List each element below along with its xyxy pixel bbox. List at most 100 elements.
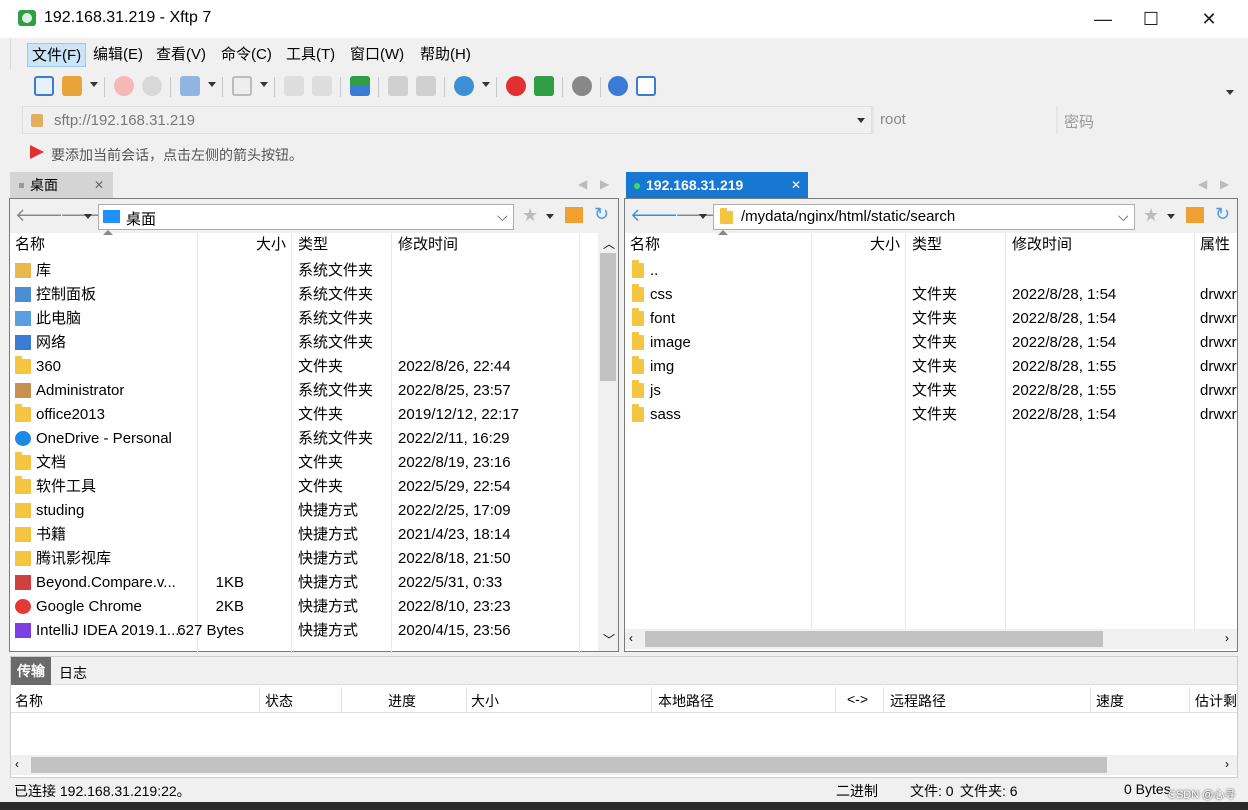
menu-command[interactable]: 命令(C) [217, 43, 276, 67]
remote-path-field[interactable]: /mydata/nginx/html/static/search ⌵ [713, 204, 1135, 230]
host-address-field[interactable]: sftp://192.168.31.219 [22, 106, 872, 134]
table-row[interactable]: Google Chrome 2KB 快捷方式 2022/8/10, 23:23 [10, 595, 578, 619]
scroll-right-icon[interactable]: › [1225, 631, 1229, 645]
transfer-col-progress[interactable]: 进度 [388, 691, 416, 711]
remote-horizontal-scrollbar[interactable]: ‹ › [625, 629, 1237, 649]
toolbar-overflow-icon[interactable] [1226, 90, 1234, 95]
help-icon[interactable] [608, 76, 628, 96]
back-icon[interactable]: 🡐 [15, 205, 63, 226]
arrow-icon[interactable] [30, 145, 44, 159]
column-attributes[interactable]: 属性 [1200, 235, 1230, 255]
xftp-icon[interactable] [534, 76, 554, 96]
column-type[interactable]: 类型 [912, 235, 942, 255]
chevron-down-icon[interactable] [857, 118, 865, 123]
xshell-icon[interactable] [506, 76, 526, 96]
chevron-down-icon[interactable] [208, 82, 216, 87]
column-name[interactable]: 名称 [15, 235, 45, 255]
disconnect-icon[interactable] [142, 76, 162, 96]
transfer-horizontal-scrollbar[interactable]: ‹ › [11, 755, 1237, 775]
table-row[interactable]: Beyond.Compare.v... 1KB 快捷方式 2022/5/31, 0:3… [10, 571, 578, 595]
chevron-down-icon[interactable] [84, 214, 92, 219]
transfer-col-remote-path[interactable]: 远程路径 [890, 691, 946, 711]
transfer-col-eta[interactable]: 估计剩 [1195, 691, 1237, 711]
home-icon[interactable] [1186, 207, 1204, 223]
tab-desktop[interactable]: 桌面 ✕ [10, 172, 113, 198]
chevron-down-icon[interactable] [260, 82, 268, 87]
transfer-mode[interactable]: 二进制 [836, 781, 878, 801]
gear-icon[interactable] [572, 76, 592, 96]
transfer-col-speed[interactable]: 速度 [1096, 691, 1124, 711]
properties-icon[interactable] [180, 76, 200, 96]
tab-transfer[interactable]: 传输 [11, 657, 51, 685]
back-icon[interactable]: 🡐 [630, 205, 678, 226]
globe-icon[interactable] [454, 76, 474, 96]
table-row[interactable]: studing 快捷方式 2022/2/25, 17:09 [10, 499, 578, 523]
scroll-down-icon[interactable]: ﹀ [603, 631, 615, 648]
table-row[interactable]: 文档 文件夹 2022/8/19, 23:16 [10, 451, 578, 475]
table-row[interactable]: OneDrive - Personal 系统文件夹 2022/2/11, 16:29 [10, 427, 578, 451]
chevron-down-icon[interactable]: ⌵ [497, 208, 508, 225]
column-type[interactable]: 类型 [298, 235, 328, 255]
transfer-col-local-path[interactable]: 本地路径 [658, 691, 714, 711]
column-modified[interactable]: 修改时间 [1012, 235, 1072, 255]
chevron-down-icon[interactable] [90, 82, 98, 87]
scroll-left-icon[interactable]: ‹ [629, 631, 633, 645]
password-field[interactable]: 密码 [1058, 106, 1238, 134]
tab-scroll-left-icon[interactable]: ◀ [1198, 177, 1207, 191]
transfer-icon[interactable] [388, 76, 408, 96]
chevron-down-icon[interactable]: ⌵ [1118, 208, 1129, 225]
table-row[interactable]: 360 文件夹 2022/8/26, 22:44 [10, 355, 578, 379]
scroll-left-icon[interactable]: ‹ [15, 757, 19, 771]
column-modified[interactable]: 修改时间 [398, 235, 458, 255]
chevron-down-icon[interactable] [1167, 214, 1175, 219]
bookmark-star-icon[interactable]: ★ [522, 205, 538, 226]
menu-tools[interactable]: 工具(T) [282, 43, 339, 67]
column-name[interactable]: 名称 [630, 235, 660, 255]
chevron-down-icon[interactable] [482, 82, 490, 87]
table-row[interactable]: 软件工具 文件夹 2022/5/29, 22:54 [10, 475, 578, 499]
transfer-col-name[interactable]: 名称 [15, 691, 43, 711]
close-tab-icon[interactable]: ✕ [791, 172, 801, 198]
new-session-icon[interactable] [34, 76, 54, 96]
table-row[interactable]: font 文件夹 2022/8/28, 1:54 drwxr [625, 307, 1237, 331]
column-size[interactable]: 大小 [870, 235, 900, 255]
tab-log[interactable]: 日志 [59, 663, 87, 683]
transfer-col-size[interactable]: 大小 [471, 691, 499, 711]
table-row[interactable]: 网络 系统文件夹 [10, 331, 578, 355]
play-icon[interactable] [232, 76, 252, 96]
table-row[interactable]: js 文件夹 2022/8/28, 1:55 drwxr [625, 379, 1237, 403]
table-row[interactable]: image 文件夹 2022/8/28, 1:54 drwxr [625, 331, 1237, 355]
chat-icon[interactable] [636, 76, 656, 96]
transfer-col-direction[interactable]: <-> [847, 691, 868, 707]
chevron-down-icon[interactable] [699, 214, 707, 219]
copy-icon[interactable] [284, 76, 304, 96]
queue-icon[interactable] [416, 76, 436, 96]
tab-scroll-right-icon[interactable]: ▶ [600, 177, 609, 191]
local-path-field[interactable]: 桌面 ⌵ [98, 204, 514, 230]
connect-icon[interactable] [114, 76, 134, 96]
table-row[interactable]: IntelliJ IDEA 2019.1.... 627 Bytes 快捷方式 202… [10, 619, 578, 643]
close-button[interactable]: ✕ [1180, 0, 1238, 38]
table-row[interactable]: Administrator 系统文件夹 2022/8/25, 23:57 [10, 379, 578, 403]
refresh-icon[interactable]: ↻ [594, 204, 609, 225]
table-row[interactable]: 此电脑 系统文件夹 [10, 307, 578, 331]
local-vertical-scrollbar[interactable]: ︿ ﹀ [598, 233, 618, 651]
tab-remote-session[interactable]: 192.168.31.219 ✕ [626, 172, 808, 198]
menu-edit[interactable]: 编辑(E) [89, 43, 147, 67]
tab-scroll-left-icon[interactable]: ◀ [578, 177, 587, 191]
username-field[interactable]: root [874, 106, 1056, 134]
table-row[interactable]: office2013 文件夹 2019/12/12, 22:17 [10, 403, 578, 427]
scroll-up-icon[interactable]: ︿ [603, 235, 615, 252]
open-folder-icon[interactable] [62, 76, 82, 96]
table-row[interactable]: 腾讯影视库 快捷方式 2022/8/18, 21:50 [10, 547, 578, 571]
menu-file[interactable]: 文件(F) [27, 43, 87, 67]
menu-window[interactable]: 窗口(W) [346, 43, 408, 67]
sync-icon[interactable] [350, 76, 370, 96]
menu-view[interactable]: 查看(V) [152, 43, 210, 67]
table-row[interactable]: 库 系统文件夹 [10, 259, 578, 283]
table-row[interactable]: 书籍 快捷方式 2021/4/23, 18:14 [10, 523, 578, 547]
scroll-thumb[interactable] [31, 757, 1107, 773]
transfer-col-status[interactable]: 状态 [265, 691, 293, 711]
scroll-right-icon[interactable]: › [1225, 757, 1229, 771]
table-row[interactable]: sass 文件夹 2022/8/28, 1:54 drwxr [625, 403, 1237, 427]
